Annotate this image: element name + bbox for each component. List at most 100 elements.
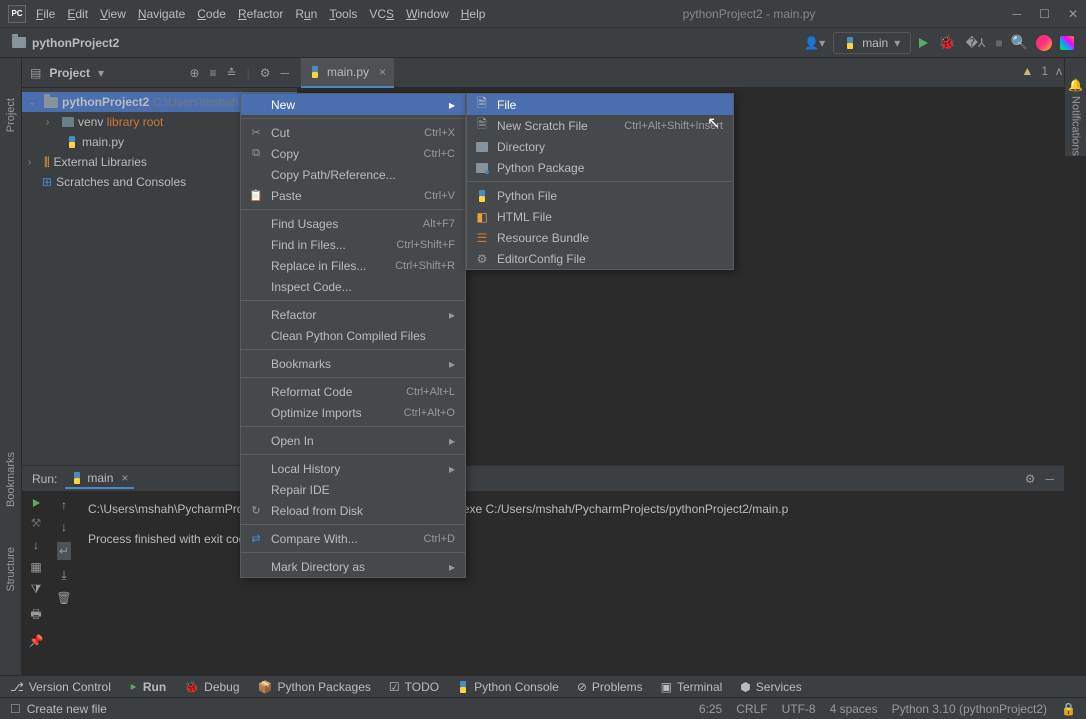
- sub-python-package[interactable]: Python Package: [467, 157, 733, 178]
- stop-icon[interactable]: ■: [995, 36, 1002, 50]
- minimize-button[interactable]: ─: [1013, 7, 1022, 21]
- run-config-selector[interactable]: main ▾: [833, 32, 911, 54]
- ctx-copy[interactable]: ⧉CopyCtrl+C: [241, 143, 465, 164]
- expand-arrow-icon[interactable]: ›: [46, 117, 58, 128]
- expand-icon[interactable]: ≡: [210, 66, 217, 80]
- rerun-button[interactable]: [32, 499, 39, 507]
- terminal-tab[interactable]: ▣Terminal: [661, 680, 723, 694]
- collapse-icon[interactable]: ≛: [227, 66, 237, 80]
- stop-button[interactable]: ⚒: [31, 516, 42, 530]
- debug-button[interactable]: 🐞: [938, 34, 955, 51]
- menu-edit[interactable]: Edit: [67, 7, 88, 21]
- indent-setting[interactable]: 4 spaces: [830, 702, 878, 716]
- ctx-refactor[interactable]: Refactor▸: [241, 304, 465, 325]
- pin-icon[interactable]: 📌: [29, 634, 44, 648]
- sub-html-file[interactable]: ◧HTML File: [467, 206, 733, 227]
- menu-help[interactable]: Help: [461, 7, 486, 21]
- down-arrow-icon[interactable]: ↓: [61, 520, 67, 534]
- sub-editorconfig[interactable]: ⚙EditorConfig File: [467, 248, 733, 269]
- run-tab[interactable]: main ×: [65, 469, 134, 489]
- menu-navigate[interactable]: Navigate: [138, 7, 185, 21]
- run-settings-icon[interactable]: ⚙: [1025, 472, 1036, 486]
- todo-tab[interactable]: ☑TODO: [389, 680, 439, 694]
- line-separator[interactable]: CRLF: [736, 702, 767, 716]
- menu-vcs[interactable]: VCS: [369, 7, 394, 21]
- filter-icon[interactable]: ⧩: [31, 582, 42, 597]
- settings-icon[interactable]: ⚙: [260, 66, 271, 80]
- sub-scratch[interactable]: 🗎New Scratch FileCtrl+Alt+Shift+Insert: [467, 115, 733, 136]
- ctx-paste[interactable]: 📋PasteCtrl+V: [241, 185, 465, 206]
- ctx-reload[interactable]: ↻Reload from Disk: [241, 500, 465, 521]
- dropdown-icon[interactable]: ▾: [98, 66, 104, 80]
- debug-tab[interactable]: 🐞Debug: [184, 680, 239, 694]
- bookmarks-tool-tab[interactable]: Bookmarks: [5, 452, 17, 507]
- console-tab[interactable]: Python Console: [457, 680, 559, 694]
- layout-icon[interactable]: ▦: [30, 560, 41, 574]
- jetbrains-icon[interactable]: [1036, 35, 1052, 51]
- menu-code[interactable]: Code: [197, 7, 226, 21]
- notifications-tool-tab[interactable]: Notifications: [1070, 96, 1082, 156]
- down-icon[interactable]: ↓: [33, 538, 39, 552]
- search-icon[interactable]: 🔍: [1011, 34, 1028, 51]
- run-tab[interactable]: Run: [129, 680, 166, 694]
- file-encoding[interactable]: UTF-8: [782, 702, 816, 716]
- structure-tool-tab[interactable]: Structure: [5, 547, 17, 592]
- project-panel-title[interactable]: Project: [49, 66, 90, 80]
- ctx-inspect[interactable]: Inspect Code...: [241, 276, 465, 297]
- expand-up-icon[interactable]: ʌ: [1056, 64, 1062, 78]
- up-arrow-icon[interactable]: ↑: [61, 498, 67, 512]
- account-icon[interactable]: 👤▾: [804, 36, 825, 50]
- lock-icon[interactable]: 🔒: [1061, 702, 1076, 716]
- editor-tab-main[interactable]: main.py ×: [301, 58, 394, 88]
- menu-tools[interactable]: Tools: [329, 7, 357, 21]
- status-icon[interactable]: ☐: [10, 702, 21, 716]
- close-button[interactable]: ✕: [1068, 7, 1078, 21]
- maximize-button[interactable]: ☐: [1039, 7, 1050, 21]
- menu-window[interactable]: Window: [406, 7, 449, 21]
- sub-directory[interactable]: Directory: [467, 136, 733, 157]
- clear-icon[interactable]: 🗑: [56, 591, 71, 605]
- notifications-icon[interactable]: 🔔: [1068, 78, 1083, 92]
- more-run-icon[interactable]: �⅄: [966, 36, 986, 50]
- ctx-optimize[interactable]: Optimize ImportsCtrl+Alt+O: [241, 402, 465, 423]
- sub-python-file[interactable]: Python File: [467, 185, 733, 206]
- menu-view[interactable]: View: [100, 7, 126, 21]
- ctx-find-usages[interactable]: Find UsagesAlt+F7: [241, 213, 465, 234]
- ctx-clean-compiled[interactable]: Clean Python Compiled Files: [241, 325, 465, 346]
- hide-icon[interactable]: ─: [280, 66, 289, 80]
- expand-arrow-icon[interactable]: ⌄: [28, 97, 40, 108]
- scroll-icon[interactable]: ⤓: [61, 568, 66, 583]
- ctx-copy-path[interactable]: Copy Path/Reference...: [241, 164, 465, 185]
- close-tab-icon[interactable]: ×: [121, 471, 128, 485]
- ctx-reformat[interactable]: Reformat CodeCtrl+Alt+L: [241, 381, 465, 402]
- breadcrumb-project[interactable]: pythonProject2: [32, 36, 119, 50]
- ctx-bookmarks[interactable]: Bookmarks▸: [241, 353, 465, 374]
- wrap-icon[interactable]: ↵: [57, 542, 71, 560]
- version-control-tab[interactable]: ⎇Version Control: [10, 680, 111, 694]
- services-tab[interactable]: ⬢Services: [740, 680, 802, 694]
- ctx-new[interactable]: New ▸: [241, 94, 465, 115]
- hide-run-icon[interactable]: ─: [1045, 472, 1054, 486]
- console-output[interactable]: C:\Users\mshah\PycharmProjects\pythonPro…: [78, 492, 1064, 675]
- problems-tab[interactable]: ⊘Problems: [577, 680, 643, 694]
- print-icon[interactable]: 🖶: [30, 605, 41, 626]
- project-tool-tab[interactable]: Project: [5, 98, 17, 132]
- menu-file[interactable]: File: [36, 7, 55, 21]
- menu-refactor[interactable]: Refactor: [238, 7, 283, 21]
- run-button[interactable]: [919, 38, 928, 48]
- interpreter[interactable]: Python 3.10 (pythonProject2): [892, 702, 1047, 716]
- cursor-position[interactable]: 6:25: [699, 702, 722, 716]
- ctx-repair[interactable]: Repair IDE: [241, 479, 465, 500]
- sub-file[interactable]: 🗎File: [467, 94, 733, 115]
- sub-resource-bundle[interactable]: ☰Resource Bundle: [467, 227, 733, 248]
- locate-icon[interactable]: ⊕: [189, 66, 199, 80]
- ctx-open-in[interactable]: Open In▸: [241, 430, 465, 451]
- ctx-mark-directory[interactable]: Mark Directory as▸: [241, 556, 465, 577]
- close-tab-icon[interactable]: ×: [379, 65, 386, 79]
- ctx-find-files[interactable]: Find in Files...Ctrl+Shift+F: [241, 234, 465, 255]
- ctx-history[interactable]: Local History▸: [241, 458, 465, 479]
- ctx-compare[interactable]: ⇄Compare With...Ctrl+D: [241, 528, 465, 549]
- menu-run[interactable]: Run: [295, 7, 317, 21]
- code-with-me-icon[interactable]: [1060, 36, 1074, 50]
- ctx-replace-files[interactable]: Replace in Files...Ctrl+Shift+R: [241, 255, 465, 276]
